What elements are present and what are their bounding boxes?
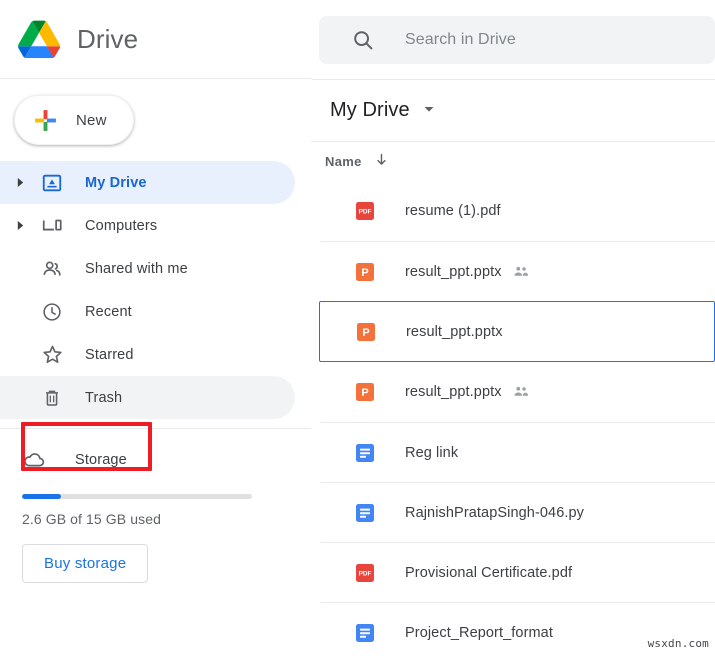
file-name: Provisional Certificate.pdf bbox=[405, 565, 572, 581]
shared-people-icon bbox=[512, 263, 530, 281]
expand-caret-icon[interactable] bbox=[8, 161, 32, 204]
sidebar-item-label: Recent bbox=[85, 304, 132, 320]
shared-with-me-icon bbox=[40, 257, 64, 281]
file-name: result_ppt.pptx bbox=[405, 264, 502, 280]
search-icon bbox=[351, 28, 375, 52]
sidebar-item-computers[interactable]: Computers bbox=[0, 204, 295, 247]
file-list: PDFresume (1).pdfPresult_ppt.pptxPresult… bbox=[311, 181, 715, 656]
svg-text:P: P bbox=[362, 327, 369, 339]
trash-icon bbox=[40, 386, 64, 410]
arrow-down-icon[interactable] bbox=[374, 152, 389, 172]
storage-row[interactable]: Storage bbox=[22, 446, 311, 474]
storage-progress-track bbox=[22, 494, 252, 499]
search-input[interactable] bbox=[405, 31, 645, 49]
pdf-file-icon: PDF bbox=[355, 201, 375, 221]
sidebar-item-label: Starred bbox=[85, 347, 134, 363]
computers-icon bbox=[40, 214, 64, 238]
file-row[interactable]: PDF resume (1).pdf bbox=[321, 181, 715, 241]
file-row[interactable]: PDF Provisional Certificate.pdf bbox=[321, 542, 715, 602]
file-name: RajnishPratapSingh-046.py bbox=[405, 505, 584, 521]
file-name: result_ppt.pptx bbox=[405, 384, 502, 400]
expand-caret-icon[interactable] bbox=[8, 204, 32, 247]
breadcrumb[interactable]: My Drive bbox=[311, 79, 715, 141]
file-name: resume (1).pdf bbox=[405, 203, 501, 219]
file-row[interactable]: Presult_ppt.pptx bbox=[321, 241, 715, 301]
watermark: wsxdn.com bbox=[648, 637, 709, 650]
sidebar-item-my-drive[interactable]: My Drive bbox=[0, 161, 295, 204]
sidebar-item-recent[interactable]: Recent bbox=[0, 290, 295, 333]
svg-text:P: P bbox=[361, 267, 368, 279]
my-drive-icon bbox=[40, 171, 64, 195]
sidebar-item-label: Shared with me bbox=[85, 261, 188, 277]
search-bar[interactable] bbox=[319, 16, 715, 64]
file-name: Reg link bbox=[405, 445, 458, 461]
plus-icon bbox=[33, 108, 58, 133]
chevron-down-icon[interactable] bbox=[423, 102, 435, 120]
sidebar-item-label: My Drive bbox=[85, 175, 147, 191]
column-header: Name bbox=[311, 141, 715, 181]
file-name: result_ppt.pptx bbox=[406, 324, 503, 340]
new-button[interactable]: New bbox=[14, 95, 134, 145]
sidebar-item-starred[interactable]: Starred bbox=[0, 333, 295, 376]
pdf-file-icon: PDF bbox=[355, 563, 375, 583]
file-row[interactable]: Presult_ppt.pptx bbox=[321, 362, 715, 422]
svg-text:PDF: PDF bbox=[359, 570, 372, 577]
gdoc-file-icon bbox=[355, 443, 375, 463]
pptx-file-icon: P bbox=[356, 322, 376, 342]
sidebar-nav: My Drive Computers bbox=[0, 155, 311, 429]
sidebar-item-label: Trash bbox=[85, 390, 122, 406]
sidebar-item-shared-with-me[interactable]: Shared with me bbox=[0, 247, 295, 290]
clock-icon bbox=[40, 300, 64, 324]
new-button-wrap: New bbox=[0, 79, 311, 155]
pptx-file-icon: P bbox=[355, 262, 375, 282]
star-icon bbox=[40, 343, 64, 367]
file-name: Project_Report_format bbox=[405, 625, 553, 641]
sidebar-item-label: Computers bbox=[85, 218, 157, 234]
breadcrumb-title: My Drive bbox=[330, 99, 410, 122]
gdoc-file-icon bbox=[355, 503, 375, 523]
buy-storage-button[interactable]: Buy storage bbox=[22, 544, 148, 583]
storage-section: Storage 2.6 GB of 15 GB used Buy storage bbox=[0, 429, 311, 583]
svg-text:P: P bbox=[361, 387, 368, 399]
file-row[interactable]: Reg link bbox=[321, 422, 715, 482]
pptx-file-icon: P bbox=[355, 382, 375, 402]
brand-header: Drive bbox=[0, 0, 311, 79]
app-title: Drive bbox=[77, 24, 138, 55]
sidebar-item-trash[interactable]: Trash bbox=[0, 376, 295, 419]
new-button-label: New bbox=[76, 112, 107, 129]
file-row[interactable]: Presult_ppt.pptx bbox=[319, 301, 715, 362]
gdoc-file-icon bbox=[355, 623, 375, 643]
column-header-name[interactable]: Name bbox=[325, 154, 362, 169]
shared-people-icon bbox=[512, 383, 530, 401]
sidebar: Drive New bbox=[0, 0, 311, 656]
main-content: My Drive Name PDF resume (1).pdf Presult_p… bbox=[311, 0, 715, 656]
storage-progress-fill bbox=[22, 494, 61, 499]
file-row[interactable]: RajnishPratapSingh-046.py bbox=[321, 482, 715, 542]
cloud-icon bbox=[22, 448, 46, 472]
svg-text:PDF: PDF bbox=[359, 209, 372, 216]
top-bar bbox=[311, 0, 715, 79]
google-drive-window: Drive New bbox=[0, 0, 715, 656]
storage-label: Storage bbox=[75, 452, 127, 468]
google-drive-logo bbox=[18, 20, 60, 58]
storage-used-text: 2.6 GB of 15 GB used bbox=[22, 511, 311, 527]
